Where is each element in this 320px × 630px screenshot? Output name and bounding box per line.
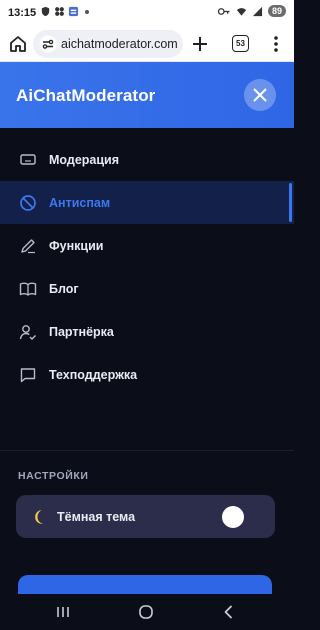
home-nav-icon[interactable] <box>136 602 156 622</box>
drawer-header: AiChatModerator <box>0 62 294 128</box>
nav-menu: Модерация Антиспам Функции Блог Партнёрк… <box>0 138 294 396</box>
dark-theme-toggle[interactable] <box>222 506 244 528</box>
tab-switcher-button[interactable]: 53 <box>232 35 249 52</box>
recent-apps-icon[interactable] <box>53 602 73 622</box>
status-time: 13:15 <box>8 7 37 19</box>
menu-item-partner[interactable]: Партнёрка <box>0 310 294 353</box>
address-bar[interactable]: aichatmoderator.com <box>33 30 183 58</box>
status-bar: 13:15 89 <box>0 0 294 26</box>
dark-theme-toggle-row[interactable]: Тёмная тема <box>16 495 275 538</box>
menu-item-support[interactable]: Техподдержка <box>0 353 294 396</box>
apps-icon <box>55 7 64 16</box>
shield-icon <box>41 6 50 17</box>
url-text: aichatmoderator.com <box>61 37 178 51</box>
chat-bubble-icon <box>18 365 38 385</box>
new-tab-icon[interactable] <box>190 34 210 54</box>
book-icon <box>18 279 38 299</box>
signal-icon <box>252 6 263 16</box>
menu-item-features[interactable]: Функции <box>0 224 294 267</box>
system-nav-bar <box>0 594 294 630</box>
dark-theme-label: Тёмная тема <box>57 509 136 524</box>
pencil-icon <box>18 236 38 256</box>
block-icon <box>18 193 38 213</box>
menu-item-moderation[interactable]: Модерация <box>0 138 294 181</box>
key-icon <box>217 7 230 15</box>
monitor-icon <box>18 150 38 170</box>
menu-item-label: Модерация <box>49 152 120 167</box>
more-vert-icon[interactable] <box>266 34 286 54</box>
menu-item-blog[interactable]: Блог <box>0 267 294 310</box>
settings-section-title: НАСТРОЙКИ <box>18 470 89 482</box>
more-notifications-dot-icon <box>85 9 89 14</box>
notification-icons <box>40 6 89 17</box>
app-icon <box>68 6 79 17</box>
close-menu-button[interactable] <box>244 79 276 111</box>
moon-icon <box>35 509 44 524</box>
back-icon[interactable] <box>219 602 239 622</box>
menu-item-label: Блог <box>49 281 79 296</box>
menu-item-label: Техподдержка <box>49 367 138 382</box>
system-icons: 89 <box>217 5 286 17</box>
browser-toolbar: aichatmoderator.com 53 <box>0 26 294 62</box>
wifi-icon <box>236 7 247 16</box>
menu-item-antispam[interactable]: Антиспам <box>0 181 294 224</box>
menu-item-label: Партнёрка <box>49 324 114 339</box>
brand-logo-text[interactable]: AiChatModerator <box>16 86 155 106</box>
battery-indicator: 89 <box>267 5 286 17</box>
close-icon <box>253 88 267 102</box>
divider <box>0 450 294 451</box>
user-check-icon <box>18 322 38 342</box>
home-icon[interactable] <box>8 34 28 54</box>
site-settings-icon[interactable] <box>39 35 57 53</box>
menu-item-label: Антиспам <box>49 195 111 210</box>
menu-item-label: Функции <box>49 238 104 253</box>
